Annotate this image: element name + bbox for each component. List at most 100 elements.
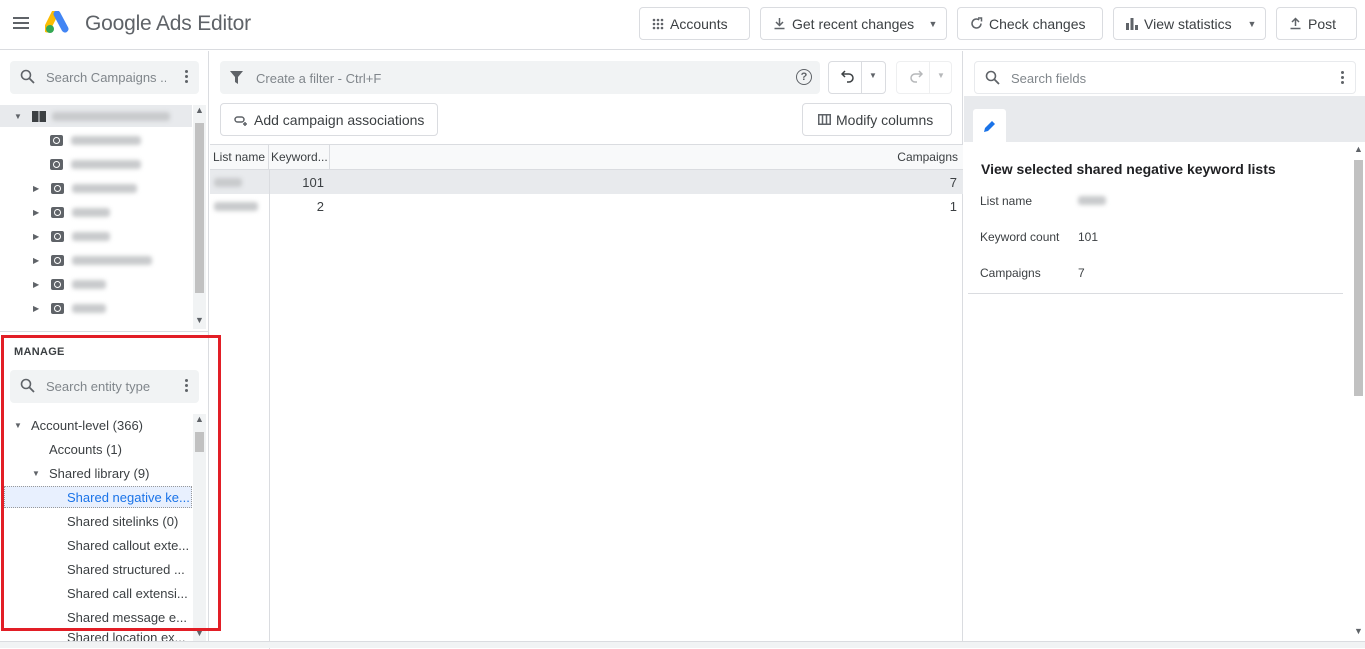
scroll-down-icon[interactable]: ▼ [195, 315, 204, 325]
list-name-cell [214, 170, 269, 194]
tree-item[interactable]: ▶ [33, 273, 106, 295]
edit-tab[interactable] [973, 109, 1006, 142]
keyword-count-cell: 2 [316, 198, 324, 214]
redo-button[interactable]: ▼ [896, 61, 952, 94]
campaign-name-redacted [72, 255, 152, 265]
undo-button[interactable]: ▼ [828, 61, 886, 94]
account-tree-scrollbar[interactable]: ▲ ▼ [193, 105, 206, 329]
column-header-list-name[interactable]: List name [210, 145, 269, 170]
chevron-down-icon[interactable]: ▼ [920, 8, 946, 39]
chevron-down-icon[interactable]: ▼ [937, 71, 945, 80]
detail-scrollbar[interactable]: ▲ ▼ [1352, 144, 1365, 641]
scrollbar-thumb[interactable] [1354, 160, 1363, 396]
campaign-name-redacted [72, 279, 106, 289]
view-statistics-button[interactable]: View statistics ▼ [1113, 7, 1266, 40]
tree-item[interactable]: ▶ [33, 177, 137, 199]
accounts-label: Accounts [670, 15, 728, 32]
check-changes-label: Check changes [989, 15, 1086, 32]
download-icon [773, 17, 786, 30]
field-label-keyword-count: Keyword count [980, 230, 1060, 244]
list-name-cell [214, 194, 269, 218]
divider [0, 331, 209, 332]
search-campaign-icon [51, 230, 64, 242]
account-tree-root[interactable]: ▼ [0, 105, 192, 127]
search-campaign-icon [50, 158, 63, 170]
column-label: List name [213, 150, 266, 164]
tree-item[interactable]: ▶ [33, 225, 110, 247]
detail-title: View selected shared negative keyword li… [981, 161, 1276, 177]
caret-right-icon[interactable]: ▶ [33, 184, 43, 193]
scroll-down-icon[interactable]: ▼ [1354, 626, 1363, 636]
caret-right-icon[interactable]: ▶ [33, 208, 43, 217]
accounts-button[interactable]: Accounts [639, 7, 750, 40]
campaign-name-redacted [71, 159, 141, 169]
list-name-redacted [214, 201, 258, 211]
caret-right-icon[interactable]: ▶ [33, 304, 43, 313]
tree-item[interactable]: ▶ [33, 297, 106, 319]
column-header-keyword-count[interactable]: Keyword... [269, 145, 330, 170]
caret-right-icon[interactable]: ▶ [33, 256, 43, 265]
filter-input[interactable]: Create a filter - Ctrl+F ? [220, 61, 820, 94]
hamburger-menu-icon[interactable] [13, 17, 29, 29]
get-recent-changes-label: Get recent changes [792, 15, 915, 32]
undo-icon [840, 69, 855, 86]
post-label: Post [1308, 15, 1337, 32]
field-value-keyword-count[interactable]: 101 [1078, 230, 1098, 244]
search-campaign-icon [51, 254, 64, 266]
view-statistics-label: View statistics [1144, 15, 1232, 32]
campaign-search-placeholder: Search Campaigns ... [46, 70, 166, 85]
scroll-up-icon[interactable]: ▲ [195, 105, 204, 115]
field-value-campaigns[interactable]: 7 [1078, 266, 1085, 280]
search-fields-input[interactable]: Search fields [974, 61, 1356, 94]
data-grid: List name Keyword... Campaigns 101 7 2 1 [210, 144, 963, 649]
tree-item[interactable]: ▶ [33, 201, 110, 223]
table-row[interactable]: 2 1 [210, 194, 963, 218]
more-options-icon[interactable] [185, 70, 189, 84]
get-recent-changes-button[interactable]: Get recent changes ▼ [760, 7, 947, 40]
campaigns-cell: 7 [949, 174, 957, 190]
table-row[interactable]: 101 7 [210, 170, 963, 194]
column-divider [269, 170, 270, 649]
caret-right-icon[interactable]: ▶ [33, 232, 43, 241]
filter-placeholder: Create a filter - Ctrl+F [256, 71, 382, 86]
account-name-redacted [52, 111, 170, 121]
caret-down-icon[interactable]: ▼ [14, 112, 24, 121]
tree-item[interactable] [50, 129, 141, 151]
highlight-box [1, 335, 221, 631]
scroll-up-icon[interactable]: ▲ [1354, 144, 1363, 154]
link-add-icon [234, 114, 250, 126]
search-campaign-icon [51, 302, 64, 314]
more-options-icon[interactable] [1341, 71, 1345, 85]
refresh-icon [970, 17, 983, 30]
redo-icon [909, 69, 924, 86]
search-campaign-icon [51, 182, 64, 194]
search-campaign-icon [50, 134, 63, 146]
check-changes-button[interactable]: Check changes [957, 7, 1103, 40]
campaign-search-input[interactable]: Search Campaigns ... [10, 61, 199, 94]
scrollbar-thumb[interactable] [195, 123, 204, 293]
divider [929, 62, 930, 93]
field-value-list-name[interactable] [1078, 194, 1106, 208]
divider [968, 293, 1343, 294]
modify-columns-button[interactable]: Modify columns [802, 103, 952, 136]
caret-right-icon[interactable]: ▶ [33, 280, 43, 289]
help-icon[interactable]: ? [796, 69, 812, 85]
tree-item[interactable] [50, 153, 141, 175]
grid-icon [32, 110, 46, 122]
tree-item[interactable]: ▶ [33, 249, 152, 271]
pencil-icon [983, 120, 995, 132]
top-bar: Google Ads Editor Accounts Get recent ch… [0, 0, 1365, 50]
status-bar [0, 641, 1365, 648]
add-campaign-associations-button[interactable]: Add campaign associations [220, 103, 438, 136]
search-campaign-icon [51, 206, 64, 218]
chevron-down-icon[interactable]: ▼ [869, 71, 877, 80]
chevron-down-icon[interactable]: ▼ [1239, 8, 1265, 39]
field-label-campaigns: Campaigns [980, 266, 1041, 280]
campaign-name-redacted [72, 303, 106, 313]
campaign-name-redacted [72, 231, 110, 241]
campaigns-cell: 1 [949, 198, 957, 214]
center-panel: Create a filter - Ctrl+F ? ▼ ▼ Add campa… [210, 51, 963, 649]
post-button[interactable]: Post [1276, 7, 1357, 40]
column-header-campaigns[interactable]: Campaigns [330, 145, 963, 170]
app-title: Google Ads Editor [85, 12, 251, 35]
